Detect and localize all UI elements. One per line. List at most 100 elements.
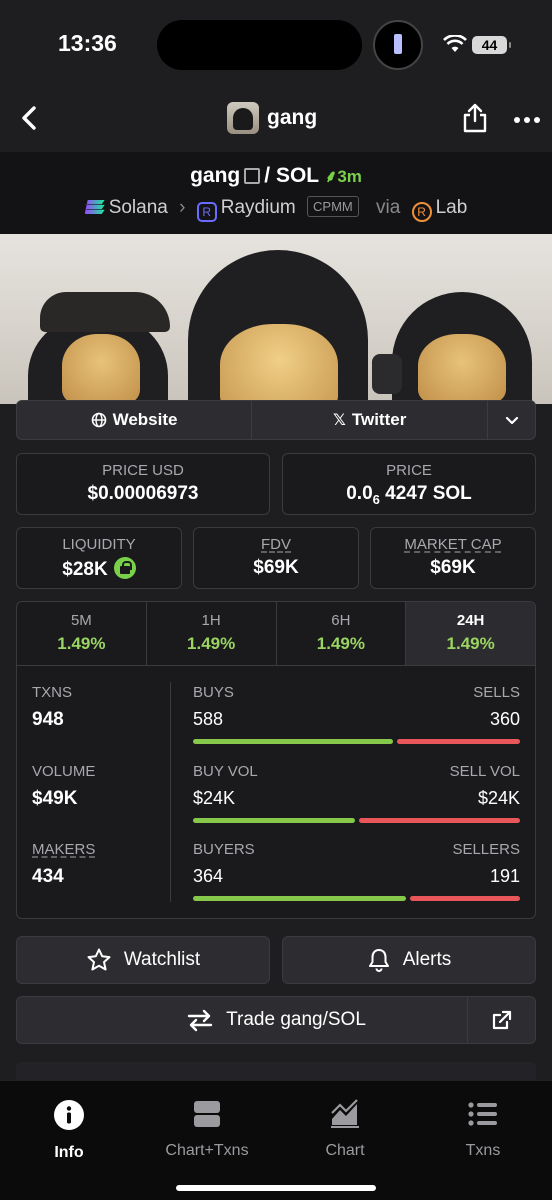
x-logo-icon: 𝕏 — [332, 412, 346, 429]
timeframe-tabs: 5M 1.49% 1H 1.49% 6H 1.49% 24H 1.49% — [17, 602, 535, 666]
market-cap-value: $69K — [430, 557, 476, 578]
external-trade-button[interactable] — [467, 997, 535, 1043]
tab-label: 6H — [331, 612, 351, 629]
token-banner-image — [0, 234, 552, 404]
wifi-icon — [443, 35, 467, 52]
watchlist-button[interactable]: Watchlist — [16, 936, 270, 984]
sell-vol-value: $24K — [477, 788, 520, 808]
copy-icon[interactable] — [244, 168, 261, 185]
buyers-sellers-bar — [193, 896, 520, 901]
tab-5m[interactable]: 5M 1.49% — [17, 602, 147, 665]
home-indicator — [176, 1185, 376, 1191]
website-label: Website — [112, 410, 178, 429]
website-link[interactable]: Website — [17, 401, 253, 439]
lock-icon[interactable] — [113, 557, 136, 579]
bottom-tab-bar: Info Chart+Txns Chart Txns — [0, 1080, 552, 1200]
chevron-down-icon — [505, 416, 518, 425]
chain-name[interactable]: Solana — [109, 197, 168, 218]
buys-value: 588 — [193, 709, 224, 729]
stats-panel: 5M 1.49% 1H 1.49% 6H 1.49% 24H 1.49% TXN… — [16, 601, 536, 919]
pair-base: gang — [190, 164, 241, 187]
volume-stat: VOLUME $49K — [32, 763, 162, 810]
tab-txns[interactable]: Txns — [423, 1099, 543, 1160]
tab-1h[interactable]: 1H 1.49% — [147, 602, 277, 665]
back-chevron-icon[interactable] — [16, 104, 44, 132]
trade-label: Trade gang/SOL — [226, 1009, 366, 1030]
buyers-bar — [193, 896, 407, 901]
twitter-link[interactable]: 𝕏 Twitter — [252, 401, 489, 439]
buy-vol-bar — [193, 818, 355, 823]
tab-24h[interactable]: 24H 1.49% — [406, 602, 535, 665]
tab-info-label: Info — [54, 1144, 84, 1161]
price-native-zeros: 6 — [372, 491, 380, 507]
buys-sells-bar — [193, 739, 520, 744]
chain-dex-line: Solana › R Raydium CPMM via R Lab — [0, 196, 552, 222]
txns-stat: TXNS 948 — [32, 684, 162, 731]
tab-chart-txns[interactable]: Chart+Txns — [147, 1099, 267, 1160]
solana-icon — [84, 200, 105, 214]
tab-info[interactable]: Info — [9, 1099, 129, 1162]
liquidity-label: LIQUIDITY — [62, 536, 136, 553]
trade-button[interactable]: Trade gang/SOL — [16, 996, 536, 1044]
sell-vol-bar — [358, 818, 520, 823]
links-expand-button[interactable] — [488, 401, 535, 439]
buy-sell-volume-row: BUY VOL SELL VOL $24K $24K — [193, 763, 520, 823]
pair-quote: SOL — [275, 164, 319, 187]
liquidity-card: LIQUIDITY $28K — [16, 527, 182, 589]
status-time: 13:36 — [58, 30, 117, 56]
pair-age-value: 3m — [337, 167, 362, 186]
pair-separator: / — [264, 164, 271, 187]
buys-sells-row: BUYS SELLS 588 360 — [193, 684, 520, 744]
tab-change: 1.49% — [316, 634, 365, 653]
info-icon — [54, 1100, 84, 1130]
buy-vol-value: $24K — [193, 788, 236, 808]
flashlight-icon — [373, 20, 423, 70]
twitter-label: Twitter — [351, 410, 407, 429]
tab-change: 1.49% — [187, 634, 236, 653]
dynamic-island — [157, 20, 362, 70]
buyers-value: 364 — [193, 866, 224, 886]
alerts-button[interactable]: Alerts — [282, 936, 536, 984]
price-native-rest: 4247 SOL — [385, 483, 472, 504]
stats-divider — [170, 682, 171, 902]
bell-icon — [368, 949, 389, 972]
lab-icon: R — [411, 202, 432, 222]
more-options-icon[interactable] — [513, 116, 541, 124]
tab-6h[interactable]: 6H 1.49% — [277, 602, 407, 665]
list-icon — [468, 1102, 497, 1126]
volume-label: VOLUME — [32, 763, 96, 780]
share-icon[interactable] — [460, 102, 490, 134]
top-nav: gang — [0, 90, 552, 152]
via-label: via — [376, 197, 401, 218]
area-chart-icon — [331, 1099, 359, 1128]
txns-value: 948 — [32, 709, 64, 730]
fdv-card: FDV $69K — [193, 527, 359, 589]
battery-indicator: 44 — [472, 36, 511, 54]
sellers-value: 191 — [489, 866, 520, 886]
txns-label: TXNS — [32, 684, 73, 701]
market-cap-label[interactable]: MARKET CAP — [371, 536, 535, 553]
sell-vol-label: SELL VOL — [449, 763, 520, 780]
makers-label[interactable]: MAKERS — [32, 841, 162, 858]
tab-change: 1.49% — [57, 634, 106, 653]
price-native-prefix: 0.0 — [346, 483, 373, 504]
pair-title: gang / SOL ⸙3m — [0, 164, 552, 188]
sells-value: 360 — [489, 709, 520, 729]
globe-icon — [91, 412, 106, 428]
price-usd-value: $0.00006973 — [87, 483, 199, 504]
tab-chart[interactable]: Chart — [285, 1099, 405, 1160]
tab-chart-label: Chart — [325, 1142, 365, 1159]
launchpad-name[interactable]: Lab — [436, 197, 468, 218]
buy-sell-volume-bar — [193, 818, 520, 823]
split-view-icon — [194, 1101, 220, 1127]
star-icon — [87, 948, 111, 971]
tab-chart-txns-label: Chart+Txns — [165, 1142, 249, 1159]
price-native-label: PRICE — [386, 462, 432, 479]
dex-name[interactable]: Raydium — [221, 197, 296, 218]
volume-value: $49K — [32, 788, 78, 809]
sellers-label: SELLERS — [452, 841, 520, 858]
fdv-label[interactable]: FDV — [194, 536, 358, 553]
sells-label: SELLS — [473, 684, 520, 701]
raydium-icon: R — [196, 202, 217, 222]
buyers-label: BUYERS — [193, 841, 255, 858]
